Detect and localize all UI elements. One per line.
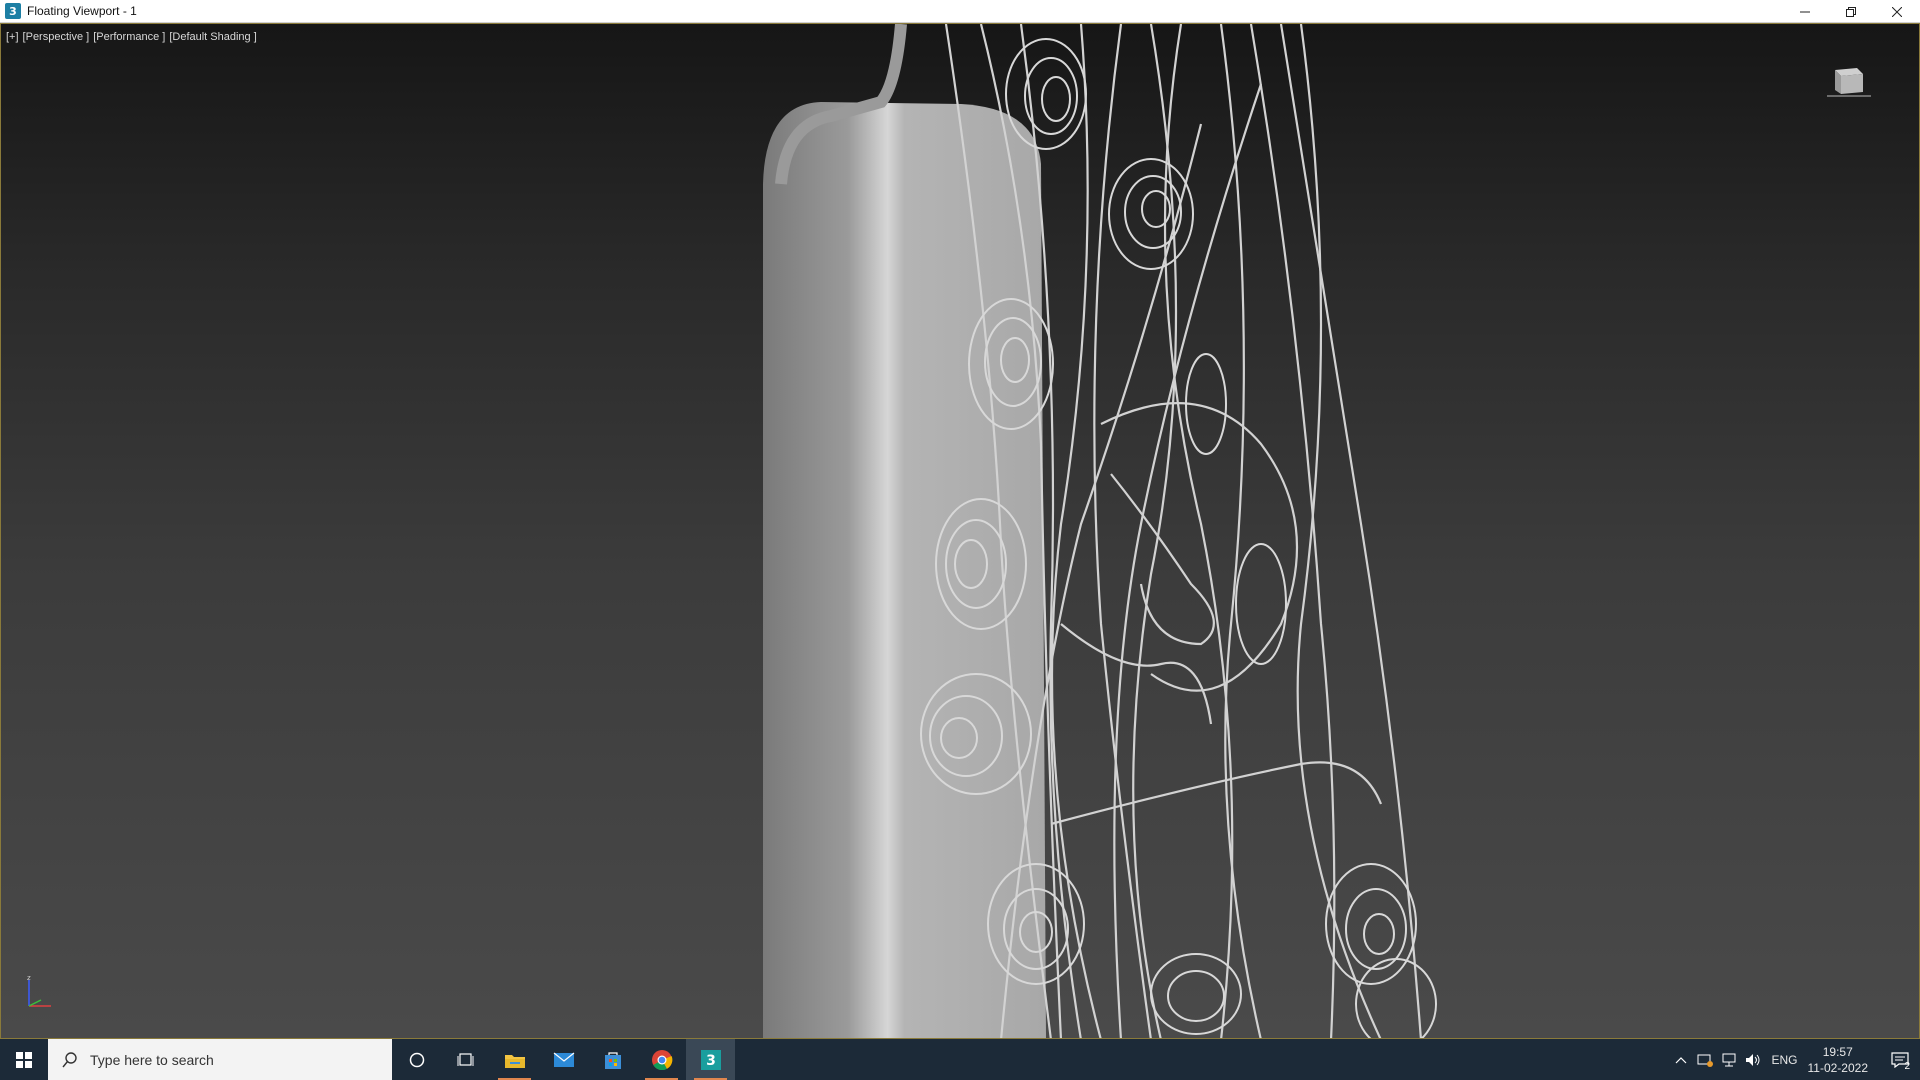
tray-overflow-button[interactable] bbox=[1669, 1039, 1693, 1080]
window-title: Floating Viewport - 1 bbox=[27, 4, 137, 18]
axis-tripod-icon: z bbox=[27, 974, 51, 1007]
restore-icon bbox=[1846, 6, 1856, 17]
taskbar: Type here to search 3 ENG 19:57 11-02-20… bbox=[0, 1039, 1920, 1080]
network-tray-button[interactable] bbox=[1717, 1039, 1741, 1080]
language-indicator[interactable]: ENG bbox=[1771, 1053, 1797, 1067]
svg-text:z: z bbox=[27, 974, 31, 982]
viewcube-icon[interactable] bbox=[1827, 62, 1871, 102]
store-button[interactable] bbox=[588, 1039, 637, 1080]
viewport-labels: [+] [Perspective ] [Performance ] [Default … bbox=[6, 31, 261, 43]
chrome-button[interactable] bbox=[637, 1039, 686, 1080]
cortana-icon bbox=[409, 1052, 424, 1067]
start-button[interactable] bbox=[0, 1039, 48, 1080]
file-explorer-button[interactable] bbox=[490, 1039, 539, 1080]
viewport-performance-label[interactable]: [Performance ] bbox=[93, 31, 165, 43]
security-tray-button[interactable] bbox=[1693, 1039, 1717, 1080]
3ds-max-icon: 3 bbox=[700, 1049, 721, 1070]
volume-tray-button[interactable] bbox=[1741, 1039, 1765, 1080]
mail-icon bbox=[553, 1052, 574, 1067]
chrome-icon bbox=[651, 1049, 672, 1070]
clock[interactable]: 19:57 11-02-2022 bbox=[1808, 1044, 1869, 1076]
chevron-up-icon bbox=[1676, 1056, 1687, 1063]
viewport-menu-plus[interactable]: [+] bbox=[6, 31, 19, 43]
store-icon bbox=[604, 1051, 621, 1069]
viewport-point-of-view-label[interactable]: [Perspective ] bbox=[23, 31, 90, 43]
floating-viewport[interactable]: [+] [Perspective ] [Performance ] [Default … bbox=[0, 23, 1920, 1039]
close-button[interactable] bbox=[1874, 0, 1920, 23]
svg-text:3: 3 bbox=[706, 1053, 716, 1069]
network-icon bbox=[1722, 1053, 1736, 1066]
viewport-shading-label[interactable]: [Default Shading ] bbox=[169, 31, 256, 43]
window-controls bbox=[1782, 0, 1920, 23]
minimize-icon bbox=[1800, 11, 1810, 12]
3ds-max-icon: 3 bbox=[5, 3, 21, 19]
system-tray: ENG 19:57 11-02-2022 2 bbox=[1669, 1039, 1920, 1080]
scene-render[interactable] bbox=[1, 24, 1920, 1039]
file-explorer-icon bbox=[504, 1054, 525, 1068]
clock-time: 19:57 bbox=[1822, 1044, 1853, 1059]
notification-center-button[interactable]: 2 bbox=[1880, 1039, 1920, 1080]
title-bar[interactable]: 3 Floating Viewport - 1 bbox=[0, 0, 1920, 23]
search-placeholder: Type here to search bbox=[90, 1051, 214, 1068]
search-box[interactable]: Type here to search bbox=[48, 1039, 392, 1080]
security-icon bbox=[1697, 1054, 1714, 1067]
minimize-button[interactable] bbox=[1782, 0, 1828, 23]
task-view-icon bbox=[457, 1052, 473, 1066]
search-icon bbox=[62, 1051, 77, 1067]
task-view-button[interactable] bbox=[441, 1039, 490, 1080]
windows-start-icon bbox=[16, 1051, 32, 1068]
notification-count: 2 bbox=[1904, 1061, 1910, 1072]
mail-button[interactable] bbox=[539, 1039, 588, 1080]
clock-date: 11-02-2022 bbox=[1807, 1060, 1869, 1075]
volume-icon bbox=[1746, 1053, 1760, 1066]
cortana-button[interactable] bbox=[392, 1039, 441, 1080]
restore-button[interactable] bbox=[1828, 0, 1874, 23]
close-icon bbox=[1892, 6, 1902, 17]
3ds-max-taskbar-button[interactable]: 3 bbox=[686, 1039, 735, 1080]
